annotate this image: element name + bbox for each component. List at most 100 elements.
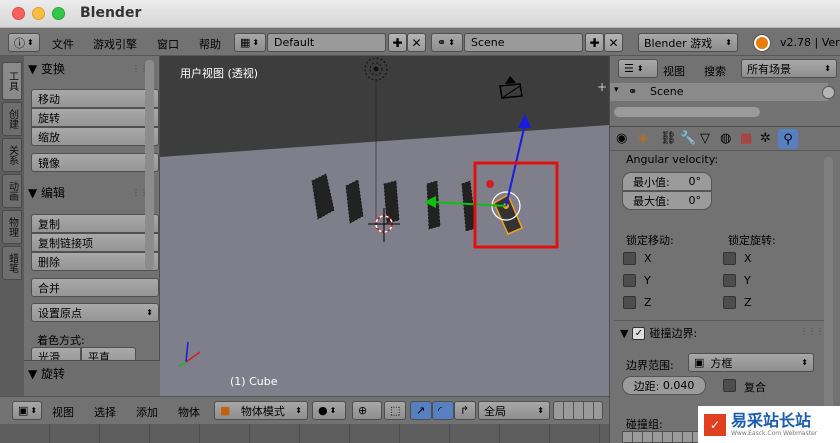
3d-viewport[interactable]: 用户视图 (透视) (1) Cube + bbox=[160, 56, 609, 396]
editor-type-button[interactable]: ▣ ⬍ bbox=[12, 401, 42, 420]
texture-tab-icon[interactable]: ▩ bbox=[740, 131, 752, 146]
shading-label: 着色方式: bbox=[37, 334, 85, 347]
max-label: 最大值: bbox=[633, 194, 670, 208]
expand-icon[interactable]: ▾ bbox=[614, 85, 619, 95]
manipulator-center-button[interactable]: ⬚ bbox=[384, 401, 406, 420]
data-tab-icon[interactable]: ▽ bbox=[700, 131, 710, 146]
viewport-shading-dropdown[interactable]: ● ⬍ bbox=[312, 401, 346, 420]
add-scene-button[interactable]: ✚ bbox=[585, 33, 604, 52]
menu-select[interactable]: 选择 bbox=[94, 404, 116, 420]
outliner: ☰ ⬍ 视图 搜索 所有场景 ⬍ ▾ ⚭ Scene bbox=[609, 56, 840, 126]
screen-layout-field[interactable]: Default bbox=[267, 33, 386, 52]
tab-tools[interactable]: 工具 bbox=[2, 62, 22, 100]
lock-translation-x-checkbox[interactable] bbox=[623, 252, 636, 265]
transform-orientation-dropdown[interactable]: 全局 ⬍ bbox=[478, 401, 550, 420]
rotate-button[interactable]: 旋转 bbox=[31, 108, 159, 127]
angular-velocity-max-field[interactable]: 最大值: 0° bbox=[622, 191, 712, 210]
scene-tab-icon[interactable]: ◈ bbox=[638, 131, 648, 146]
screen-layout-browse-button[interactable]: ▦ ⬍ bbox=[234, 33, 266, 52]
axis-y-label: Y bbox=[644, 274, 651, 287]
properties-scrollbar[interactable] bbox=[824, 157, 833, 437]
edit-panel-header[interactable]: ▼ 编辑 ⋮⋮⋮ bbox=[28, 182, 156, 202]
outliner-menu-search[interactable]: 搜索 bbox=[704, 63, 726, 79]
drag-handle-icon[interactable]: ⋮⋮⋮ bbox=[800, 327, 824, 336]
lock-rotation-z-checkbox[interactable] bbox=[723, 296, 736, 309]
mirror-button[interactable]: 镜像 bbox=[31, 153, 159, 172]
menu-view[interactable]: 视图 bbox=[52, 404, 74, 420]
outliner-menu-view[interactable]: 视图 bbox=[663, 63, 685, 79]
set-origin-dropdown[interactable]: 设置原点 ⬍ bbox=[31, 303, 159, 322]
delete-scene-button[interactable]: ✕ bbox=[604, 33, 623, 52]
editor-type-button[interactable]: ⓘ ⬍ bbox=[8, 33, 40, 52]
collision-bounds-panel-header[interactable]: ▼ ✓ 碰撞边界: bbox=[620, 325, 697, 341]
add-layout-button[interactable]: ✚ bbox=[388, 33, 407, 52]
expand-icon: ▼ bbox=[620, 326, 629, 340]
margin-field[interactable]: 边距: 0.040 bbox=[622, 376, 706, 395]
particles-tab-icon[interactable]: ✲ bbox=[760, 131, 771, 146]
menu-game-engine[interactable]: 游戏引擎 bbox=[93, 36, 137, 52]
delete-layout-button[interactable]: ✕ bbox=[407, 33, 426, 52]
tab-grease-pencil[interactable]: 蜡笔 bbox=[2, 246, 22, 280]
translate-manipulator-button[interactable]: ↗ bbox=[410, 401, 432, 420]
collision-bounds-checkbox[interactable]: ✓ bbox=[632, 326, 646, 340]
tool-shelf-scrollbar[interactable] bbox=[145, 60, 154, 270]
scale-manipulator-button[interactable]: ↱ bbox=[454, 401, 476, 420]
lock-rotation-y-checkbox[interactable] bbox=[723, 274, 736, 287]
compound-checkbox[interactable] bbox=[723, 379, 736, 392]
layer-buttons[interactable] bbox=[553, 401, 603, 420]
render-engine-dropdown[interactable]: Blender 游戏 ⬍ bbox=[638, 33, 738, 52]
tab-animation[interactable]: 动画 bbox=[2, 174, 22, 208]
outliner-filter-dropdown[interactable]: 所有场景 ⬍ bbox=[741, 59, 837, 78]
angular-velocity-label: Angular velocity: bbox=[626, 153, 719, 166]
outliner-scroll-dot[interactable] bbox=[822, 86, 835, 99]
outliner-hscrollbar[interactable] bbox=[614, 107, 760, 117]
properties-region-toggle[interactable]: + bbox=[597, 80, 607, 94]
lock-translation-z-checkbox[interactable] bbox=[623, 296, 636, 309]
pivot-icon: ⊕ bbox=[358, 404, 368, 417]
close-window-button[interactable] bbox=[12, 7, 25, 20]
arrow-icon: ↗ bbox=[416, 404, 426, 417]
minimize-window-button[interactable] bbox=[32, 7, 45, 20]
scene-browse-button[interactable]: ⚭ ⬍ bbox=[431, 33, 463, 52]
tab-physics[interactable]: 物理 bbox=[2, 210, 22, 244]
scale-button[interactable]: 缩放 bbox=[31, 127, 159, 146]
join-button[interactable]: 合并 bbox=[31, 278, 159, 297]
list-icon: ☰ bbox=[624, 62, 634, 75]
transform-panel-header[interactable]: ▼ 变换 ⋮⋮⋮ bbox=[28, 58, 156, 78]
close-icon: ✕ bbox=[608, 35, 619, 50]
rotate-panel: ▼ 旋转 bbox=[24, 360, 160, 396]
menu-window[interactable]: 窗口 bbox=[157, 36, 179, 52]
tab-relations[interactable]: 关系 bbox=[2, 138, 22, 172]
render-tab-icon[interactable]: ◉ bbox=[616, 131, 627, 146]
menu-file[interactable]: 文件 bbox=[52, 36, 74, 52]
timeline-strip[interactable] bbox=[0, 424, 609, 443]
mode-dropdown[interactable]: ■ 物体模式 ⬍ bbox=[214, 401, 308, 420]
axis-z-label: Z bbox=[744, 296, 752, 309]
zoom-window-button[interactable] bbox=[52, 7, 65, 20]
delete-button[interactable]: 删除 bbox=[31, 252, 159, 271]
physics-tab-icon[interactable]: ⚲ bbox=[778, 129, 798, 149]
menu-add[interactable]: 添加 bbox=[136, 404, 158, 420]
lock-translation-y-checkbox[interactable] bbox=[623, 274, 636, 287]
panel-divider bbox=[614, 320, 830, 321]
modifier-tab-icon[interactable]: 🔧 bbox=[680, 131, 696, 146]
bounds-type-dropdown[interactable]: ▣ 方框 ⬍ bbox=[688, 353, 814, 372]
duplicate-linked-button[interactable]: 复制链接项 bbox=[31, 233, 159, 252]
lock-rotation-x-checkbox[interactable] bbox=[723, 252, 736, 265]
menu-help[interactable]: 帮助 bbox=[199, 36, 221, 52]
outliner-row-scene[interactable]: ▾ ⚭ Scene bbox=[610, 83, 828, 101]
rotate-manipulator-button[interactable]: ◜ bbox=[432, 401, 454, 420]
move-button[interactable]: 移动 bbox=[31, 89, 159, 108]
outliner-editor-type-button[interactable]: ☰ ⬍ bbox=[618, 59, 658, 78]
angular-velocity-min-field[interactable]: 最小值: 0° bbox=[622, 172, 712, 191]
duplicate-button[interactable]: 复制 bbox=[31, 214, 159, 233]
material-tab-icon[interactable]: ◍ bbox=[720, 131, 731, 146]
pivot-point-dropdown[interactable]: ⊕ bbox=[352, 401, 382, 420]
rotate-panel-header[interactable]: ▼ 旋转 bbox=[28, 363, 156, 383]
world-tab-icon[interactable]: ⛓ bbox=[660, 131, 677, 146]
tab-create[interactable]: 创建 bbox=[2, 102, 22, 136]
menu-object[interactable]: 物体 bbox=[178, 404, 200, 420]
solid-sphere-icon: ● bbox=[318, 404, 328, 417]
scene-field[interactable]: Scene bbox=[464, 33, 583, 52]
blender-logo-icon bbox=[754, 35, 770, 51]
